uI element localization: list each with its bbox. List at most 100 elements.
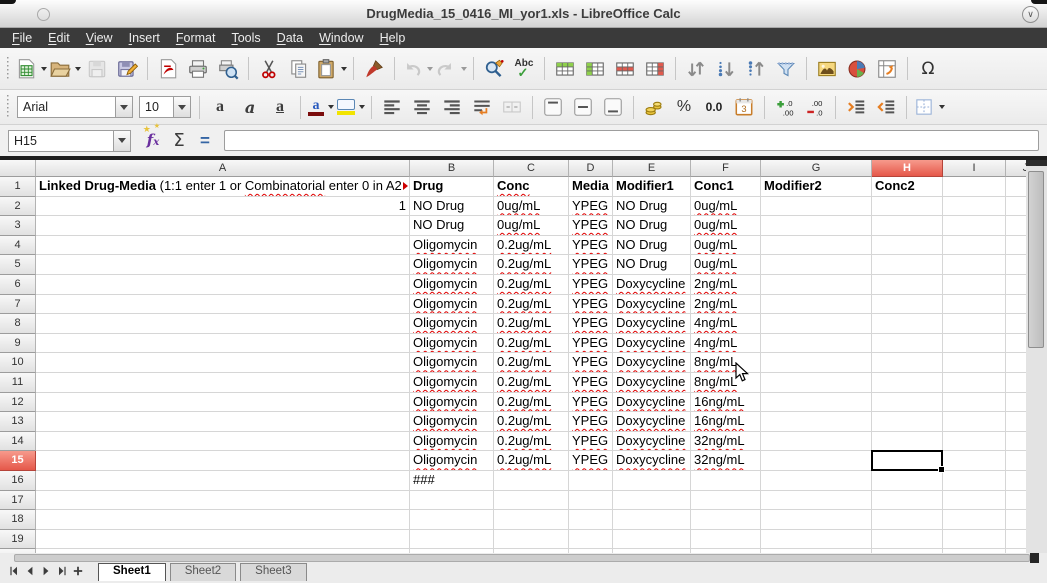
cell-D1[interactable]: Media [569,177,613,197]
cell-I18[interactable] [943,510,1006,530]
cell-G11[interactable] [761,373,872,393]
cell-G9[interactable] [761,334,872,354]
menu-view[interactable]: View [78,28,121,48]
cell-B11[interactable]: Oligomycin [410,373,494,393]
column-header-D[interactable]: D [569,160,613,177]
toolbar-find-replace-button[interactable] [480,55,508,82]
cell-J15[interactable] [1006,451,1026,471]
formula-input-line[interactable] [224,130,1039,151]
toolbar-print-button[interactable] [184,55,212,82]
cell-B12[interactable]: Oligomycin [410,393,494,413]
cell-B15[interactable]: Oligomycin [410,451,494,471]
cell-B16[interactable]: ### [410,471,494,491]
column-header-I[interactable]: I [943,160,1006,177]
cell-I12[interactable] [943,393,1006,413]
cell-F12[interactable]: 16ng/mL [691,393,761,413]
row-header-13[interactable]: 13 [0,412,36,432]
cell-I14[interactable] [943,432,1006,452]
toolbar-delete-decimal-button[interactable]: .00.0 [801,94,829,121]
cell-H8[interactable] [872,314,943,334]
cell-A6[interactable] [36,275,410,295]
cell-C19[interactable] [494,530,569,550]
cell-A16[interactable] [36,471,410,491]
cell-I10[interactable] [943,353,1006,373]
row-header-3[interactable]: 3 [0,216,36,236]
cell-E5[interactable]: NO Drug [613,255,691,275]
cell-I13[interactable] [943,412,1006,432]
row-header-8[interactable]: 8 [0,314,36,334]
cell-A13[interactable] [36,412,410,432]
toolbar-borders-button[interactable] [913,94,945,121]
cell-C6[interactable]: 0.2ug/mL [494,275,569,295]
row-header-5[interactable]: 5 [0,255,36,275]
toolbar-sort-ascending-button[interactable] [712,55,740,82]
row-header-17[interactable]: 17 [0,491,36,511]
cell-F16[interactable] [691,471,761,491]
cell-G6[interactable] [761,275,872,295]
vertical-scrollbar-thumb[interactable] [1028,171,1044,348]
sheet-tab-sheet1[interactable]: Sheet1 [98,563,166,581]
cell-J14[interactable] [1006,432,1026,452]
cell-C13[interactable]: 0.2ug/mL [494,412,569,432]
toolbar-export-pdf-button[interactable] [154,55,182,82]
cell-J7[interactable] [1006,295,1026,315]
cell-C9[interactable]: 0.2ug/mL [494,334,569,354]
toolbar-align-right-button[interactable] [438,94,466,121]
cell-A19[interactable] [36,530,410,550]
toolbar-insert-column-button[interactable] [581,55,609,82]
cell-A3[interactable] [36,216,410,236]
row-header-6[interactable]: 6 [0,275,36,295]
cell-J19[interactable] [1006,530,1026,550]
toolbar-date-button[interactable]: 3 [730,94,758,121]
row-header-18[interactable]: 18 [0,510,36,530]
cell-J16[interactable] [1006,471,1026,491]
cell-B4[interactable]: Oligomycin [410,236,494,256]
cell-H17[interactable] [872,491,943,511]
horizontal-scrollbar[interactable] [0,553,1047,563]
cell-G3[interactable] [761,216,872,236]
toolbar-new-button[interactable] [15,55,47,82]
cell-A9[interactable] [36,334,410,354]
cell-C17[interactable] [494,491,569,511]
horizontal-scrollbar-thumb[interactable] [14,554,1030,562]
formula-bar-formula-button[interactable]: = [192,128,218,153]
window-shade-button[interactable]: ∨ [1022,6,1039,23]
cell-H18[interactable] [872,510,943,530]
cell-D6[interactable]: YPEG [569,275,613,295]
toolbar-insert-image-button[interactable] [813,55,841,82]
cell-F14[interactable]: 32ng/mL [691,432,761,452]
cell-A17[interactable] [36,491,410,511]
cell-H12[interactable] [872,393,943,413]
cell-I6[interactable] [943,275,1006,295]
cell-B1[interactable]: Drug [410,177,494,197]
cell-B18[interactable] [410,510,494,530]
column-header-G[interactable]: G [761,160,872,177]
menu-edit[interactable]: Edit [40,28,78,48]
name-box-dropdown[interactable] [113,130,131,152]
cell-F2[interactable]: 0ug/mL [691,197,761,217]
toolbar-delete-row-button[interactable] [611,55,639,82]
cell-G7[interactable] [761,295,872,315]
cell-C11[interactable]: 0.2ug/mL [494,373,569,393]
cell-E9[interactable]: Doxycycline [613,334,691,354]
cell-I1[interactable] [943,177,1006,197]
font-name-dropdown[interactable] [115,96,133,118]
cell-D4[interactable]: YPEG [569,236,613,256]
toolbar-indent-decrease-button[interactable] [872,94,900,121]
cell-H10[interactable] [872,353,943,373]
cell-G1[interactable]: Modifier2 [761,177,872,197]
cell-F10[interactable]: 8ng/mL [691,353,761,373]
grid-corner-box[interactable] [0,160,36,177]
cell-D5[interactable]: YPEG [569,255,613,275]
cell-B17[interactable] [410,491,494,511]
toolbar-cut-button[interactable] [255,55,283,82]
cell-C10[interactable]: 0.2ug/mL [494,353,569,373]
cell-H4[interactable] [872,236,943,256]
cell-D14[interactable]: YPEG [569,432,613,452]
cell-B14[interactable]: Oligomycin [410,432,494,452]
cell-G19[interactable] [761,530,872,550]
cell-G13[interactable] [761,412,872,432]
cell-B3[interactable]: NO Drug [410,216,494,236]
cell-D8[interactable]: YPEG [569,314,613,334]
cell-B9[interactable]: Oligomycin [410,334,494,354]
